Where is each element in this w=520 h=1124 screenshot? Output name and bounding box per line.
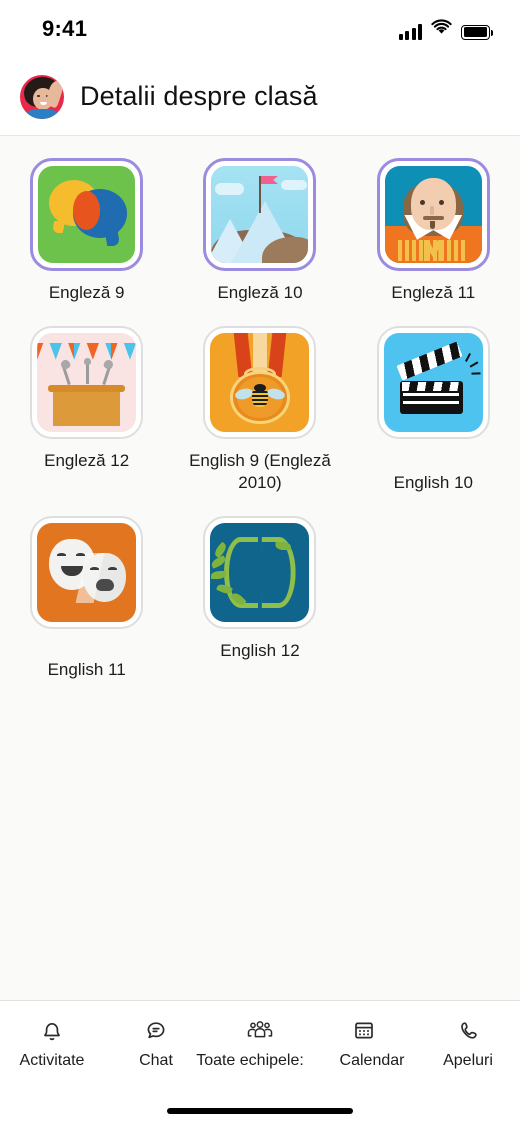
class-tile[interactable]: Engleză 10 <box>173 158 346 304</box>
wifi-icon <box>431 18 452 40</box>
class-tile[interactable]: Engleză 11 <box>347 158 520 304</box>
signal-bars-icon <box>398 23 422 40</box>
page-header: Detalii despre clasă <box>0 58 520 136</box>
nav-item-activity[interactable]: Activitate <box>0 1015 104 1070</box>
nav-label: Toate echipele: <box>196 1052 304 1069</box>
mountain-flag-icon <box>211 166 309 263</box>
class-tile-frame[interactable] <box>30 158 144 271</box>
nav-label: Activitate <box>19 1052 85 1069</box>
page-title: Detalii despre clasă <box>80 81 318 111</box>
theater-masks-icon <box>37 523 137 622</box>
class-tile-label: English 10 <box>393 473 474 492</box>
bell-icon <box>37 1015 67 1045</box>
status-bar: 9:41 <box>0 0 520 58</box>
class-tile-frame[interactable] <box>203 158 317 271</box>
class-tile[interactable]: English 10 <box>347 326 520 494</box>
nav-label: Chat <box>139 1052 173 1069</box>
battery-full-icon <box>461 24 494 40</box>
class-tile[interactable]: English 11 <box>0 516 173 681</box>
phone-screen: 9:41 Detalii despre clasă Engleză 9 Engl… <box>0 0 520 1124</box>
class-grid: Engleză 9 Engleză 10 Engleză 11 Engleză … <box>0 158 520 703</box>
class-tile-frame[interactable] <box>30 516 144 629</box>
class-tile-label: English 11 <box>47 660 126 679</box>
class-tile-frame[interactable] <box>203 516 317 629</box>
class-tile-frame[interactable] <box>376 158 490 271</box>
bottom-navigation: Activitate Chat Toate echipele: Calendar… <box>0 1000 520 1124</box>
nav-item-all-teams[interactable]: Toate echipele: <box>196 1015 312 1070</box>
teams-people-icon <box>244 1015 276 1045</box>
class-tile[interactable]: Engleză 12 <box>0 326 173 494</box>
class-tile[interactable]: English 9 (Engleză 2010) <box>173 326 346 494</box>
nav-item-calls[interactable]: Apeluri <box>416 1015 520 1070</box>
nav-item-calendar[interactable]: Calendar <box>312 1015 416 1070</box>
class-tile-label: Engleză 10 <box>217 283 303 302</box>
class-tile[interactable]: English 12 <box>173 516 346 681</box>
home-indicator <box>167 1108 353 1114</box>
spelling-bee-medal-icon <box>210 333 310 432</box>
calendar-icon <box>349 1015 379 1045</box>
shakespeare-icon <box>384 166 482 263</box>
class-tile-frame[interactable] <box>203 326 317 439</box>
class-tile-frame[interactable] <box>376 326 490 439</box>
class-tile-label: Engleză 12 <box>44 451 130 470</box>
status-time: 9:41 <box>42 16 88 41</box>
status-icons <box>398 18 494 40</box>
class-tile-frame[interactable] <box>30 326 144 439</box>
avatar[interactable] <box>20 74 64 119</box>
class-tile-label: Engleză 9 <box>48 283 125 302</box>
speech-bubbles-icon <box>38 166 136 263</box>
nav-item-chat[interactable]: Chat <box>104 1015 208 1070</box>
nav-label: Calendar <box>339 1052 405 1069</box>
nav-label: Apeluri <box>443 1052 493 1069</box>
laurel-wreath-icon <box>210 523 310 622</box>
class-tile-label: English 12 <box>220 641 300 660</box>
phone-call-icon <box>453 1015 483 1045</box>
class-tile[interactable]: Engleză 9 <box>0 158 173 304</box>
class-tile-label: English 9 (Engleză 2010) <box>189 451 331 492</box>
chat-bubble-icon <box>141 1015 171 1045</box>
class-tile-label: Engleză 11 <box>391 283 476 302</box>
clapperboard-icon <box>383 333 483 432</box>
class-grid-container: Engleză 9 Engleză 10 Engleză 11 Engleză … <box>0 136 520 1000</box>
podium-microphones-icon <box>37 333 137 432</box>
